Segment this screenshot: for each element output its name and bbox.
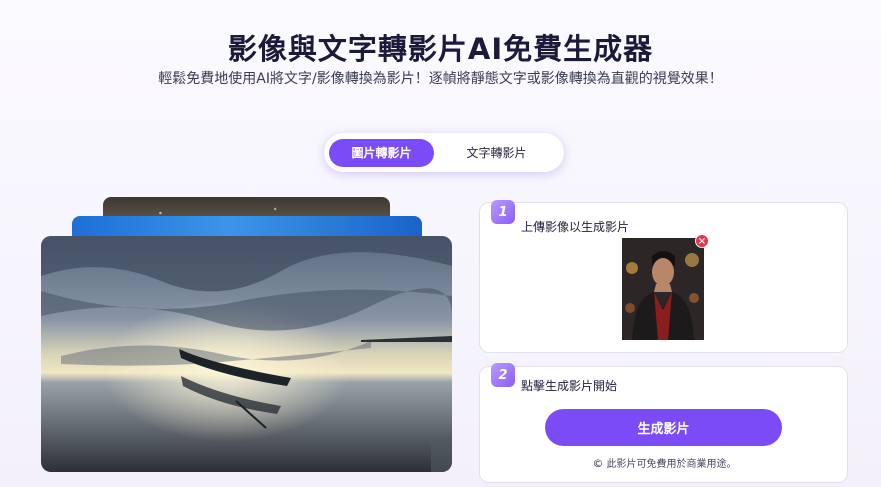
generate-video-button[interactable]: 生成影片 <box>545 409 782 446</box>
commercial-use-note: © 此影片可免費用於商業用途。 <box>480 455 849 470</box>
mode-tabs: 圖片轉影片 文字轉影片 <box>324 133 564 172</box>
step-number-badge: 1 <box>491 200 515 224</box>
tab-text-to-video[interactable]: 文字轉影片 <box>434 139 559 167</box>
remove-image-close-icon[interactable]: × <box>695 234 709 248</box>
step-label: 點擊生成影片開始 <box>521 379 618 393</box>
uploaded-image-thumbnail[interactable] <box>622 238 704 340</box>
example-image-boat-lake <box>41 236 452 472</box>
commercial-use-text: 此影片可免費用於商業用途。 <box>606 459 737 470</box>
page-subtitle: 輕鬆免費地使用AI將文字/影像轉換為影片！逐幀將靜態文字或影像轉換為直觀的視覺效… <box>158 71 723 87</box>
step-number-badge: 2 <box>491 363 515 387</box>
page-title: 影像與文字轉影片AI免費生成器 <box>227 32 654 66</box>
step-generate-card: 2 點擊生成影片開始 生成影片 © 此影片可免費用於商業用途。 <box>479 363 849 483</box>
copyright-icon: © <box>592 457 604 470</box>
tab-image-to-video[interactable]: 圖片轉影片 <box>329 138 434 167</box>
step-upload-card: 1 上傳影像以生成影片 × <box>479 200 848 353</box>
step-label: 上傳影像以生成影片 <box>521 220 630 234</box>
